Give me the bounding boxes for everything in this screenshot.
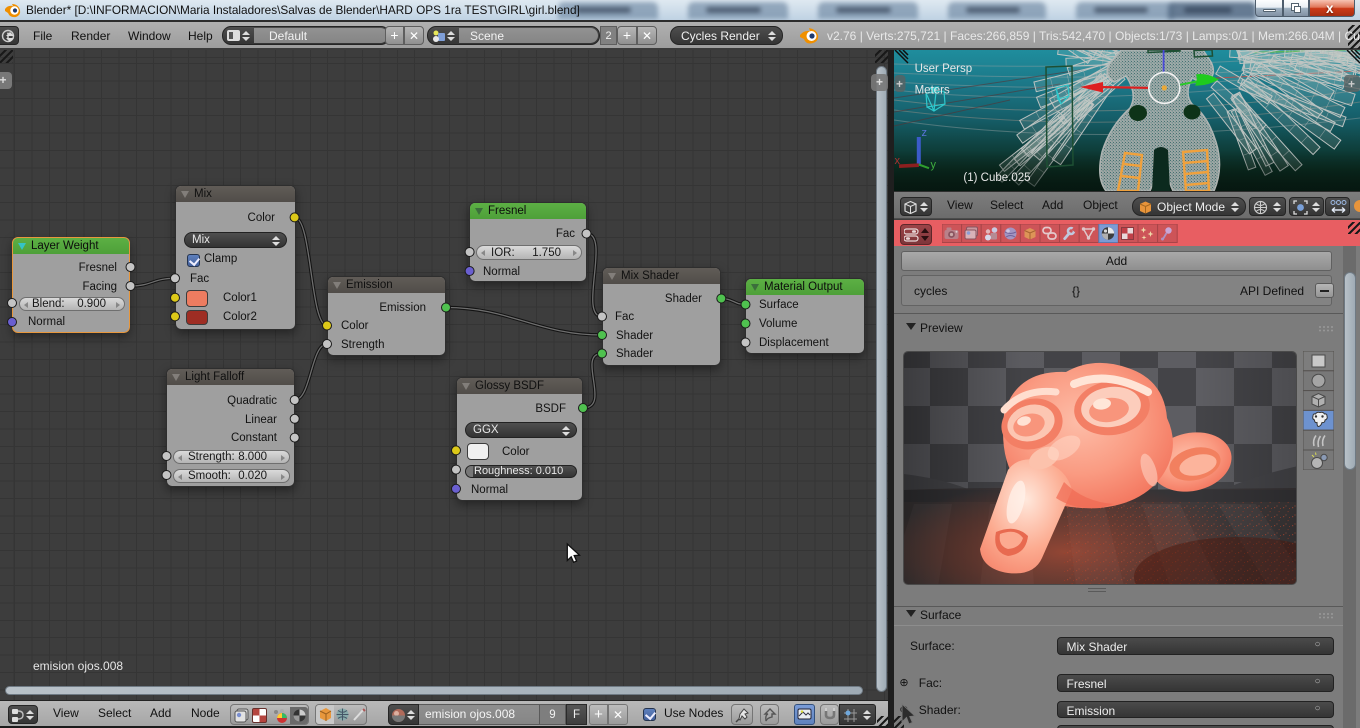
svg-text:+: + xyxy=(896,77,903,91)
svg-text:(1) Cube.025: (1) Cube.025 xyxy=(963,172,1030,184)
svg-text:+: + xyxy=(1348,77,1355,91)
svg-text:y: y xyxy=(931,159,937,171)
svg-text:z: z xyxy=(922,127,928,139)
svg-text:Meters: Meters xyxy=(915,85,950,97)
svg-text:x: x xyxy=(895,155,901,167)
svg-text:User Persp: User Persp xyxy=(915,63,973,75)
